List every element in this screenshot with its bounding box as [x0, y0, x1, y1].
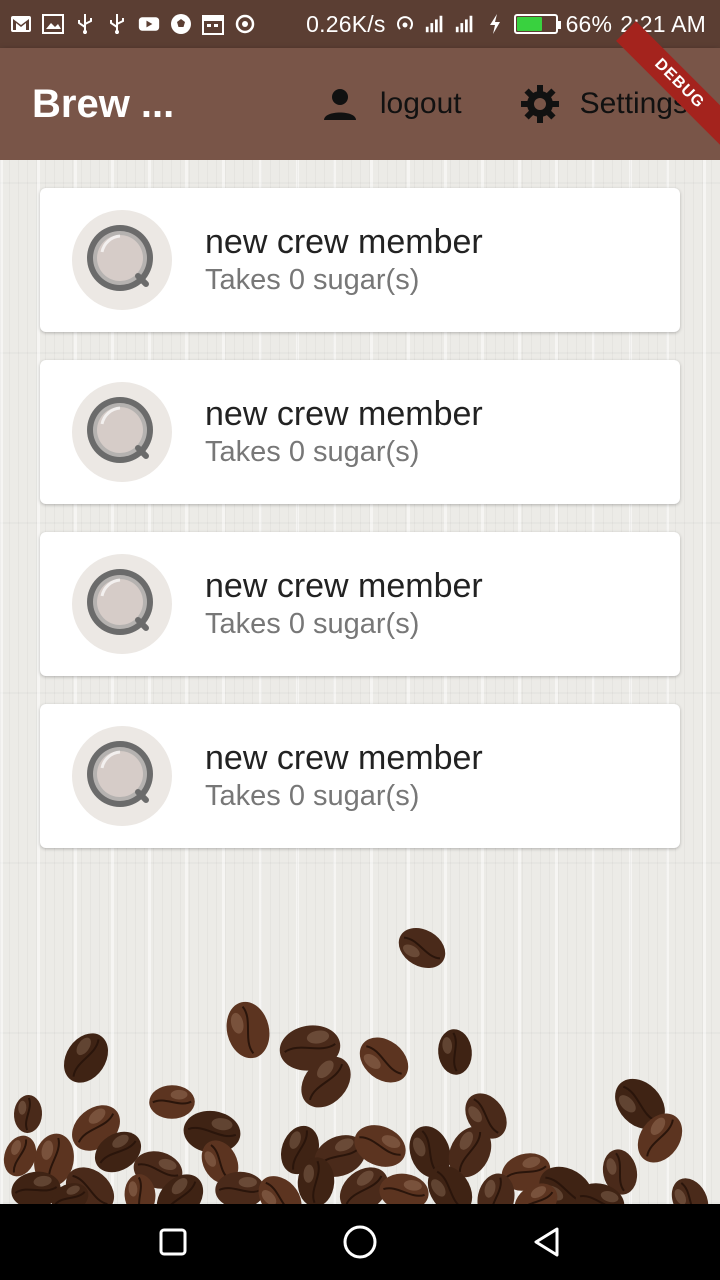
- signal-icon: [454, 13, 476, 35]
- crew-name: new crew member: [205, 395, 483, 433]
- app-title: Brew ...: [32, 81, 175, 126]
- crew-name: new crew member: [205, 223, 483, 261]
- coffee-cup-avatar: [72, 382, 172, 482]
- coffee-bean: [149, 1085, 195, 1119]
- coffee-bean: [63, 1033, 109, 1083]
- status-bar: 0.26K/s 66% 2:21 AM: [0, 0, 720, 48]
- crew-sugars: Takes 0 sugar(s): [205, 436, 420, 468]
- coffee-bean: [13, 1095, 43, 1133]
- coffee-bean: [359, 1037, 409, 1083]
- crew-sugars: Takes 0 sugar(s): [205, 608, 420, 640]
- home-icon[interactable]: [338, 1220, 382, 1264]
- coffee-beans-decoration: [3, 927, 709, 1204]
- sync-icon: [234, 13, 256, 35]
- coffee-cup-avatar: [72, 210, 172, 310]
- coffee-cup-avatar: [72, 554, 172, 654]
- coffee-bean: [438, 1029, 472, 1075]
- coffee-bean: [226, 1001, 270, 1059]
- crew-name: new crew member: [205, 567, 483, 605]
- crew-sugars: Takes 0 sugar(s): [205, 780, 420, 812]
- settings-button[interactable]: Settings: [520, 84, 688, 124]
- crew-card[interactable]: new crew member Takes 0 sugar(s): [40, 360, 680, 504]
- youtube-icon: [138, 13, 160, 35]
- recents-icon[interactable]: [151, 1220, 195, 1264]
- coffee-bean: [671, 1178, 709, 1204]
- network-speed: 0.26K/s: [306, 10, 386, 37]
- battery-percent: 66%: [565, 10, 613, 37]
- person-icon: [320, 84, 360, 124]
- battery-level: [516, 17, 542, 31]
- image-icon: [42, 13, 64, 35]
- crew-card[interactable]: new crew member Takes 0 sugar(s): [40, 188, 680, 332]
- hotspot-icon: [394, 13, 416, 35]
- usb-icon: [106, 13, 128, 35]
- gear-icon: [520, 84, 560, 124]
- coffee-bean: [398, 927, 446, 969]
- battery-icon: [513, 14, 561, 34]
- logout-label: logout: [379, 87, 462, 120]
- app-screen: 0.26K/s 66% 2:21 AM Brew ... logout Sett…: [0, 0, 720, 1280]
- soccer-icon: [170, 13, 192, 35]
- crew-name: new crew member: [205, 739, 483, 777]
- navigation-bar: [0, 1204, 720, 1280]
- crew-list: new crew member Takes 0 sugar(s) new cre…: [0, 160, 720, 1204]
- charging-icon: [484, 13, 506, 35]
- crew-sugars: Takes 0 sugar(s): [205, 264, 420, 296]
- logout-button[interactable]: logout: [320, 84, 462, 124]
- back-icon[interactable]: [525, 1220, 569, 1264]
- app-bar: Brew ... logout Settings DEBUG: [0, 21, 720, 160]
- usb-icon: [74, 13, 96, 35]
- crew-card[interactable]: new crew member Takes 0 sugar(s): [40, 704, 680, 848]
- crew-card[interactable]: new crew member Takes 0 sugar(s): [40, 532, 680, 676]
- calendar-icon: [202, 13, 224, 35]
- coffee-cup-avatar: [72, 726, 172, 826]
- gmail-icon: [10, 13, 32, 35]
- signal-4g-icon: [424, 13, 446, 35]
